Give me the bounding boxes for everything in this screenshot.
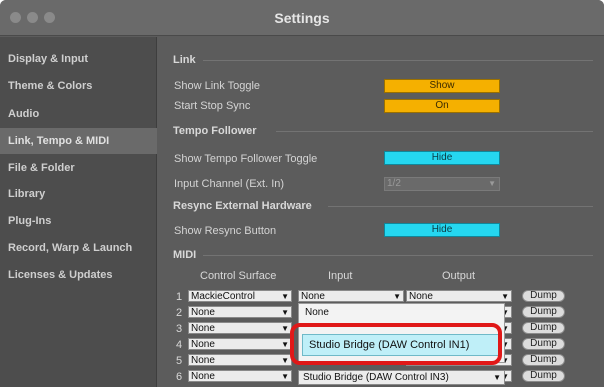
dropdown-value: None [191, 355, 215, 366]
show-tempo-follower-toggle-button[interactable]: Hide [384, 151, 500, 165]
dropdown-value: MackieControl [191, 291, 255, 302]
dropdown-value: None [191, 323, 215, 334]
column-header-input: Input [328, 270, 353, 282]
settings-sidebar: Display & Input Theme & Colors Audio Lin… [0, 37, 157, 387]
show-resync-button-label: Show Resync Button [174, 225, 277, 237]
dropdown-value: None [191, 371, 215, 382]
dump-button-3[interactable]: Dump [522, 322, 565, 334]
dropdown-value: None [301, 291, 325, 302]
midi-row-number: 3 [176, 323, 183, 335]
column-header-control-surface: Control Surface [200, 270, 277, 282]
dump-button-6[interactable]: Dump [522, 370, 565, 382]
sidebar-item-file-folder[interactable]: File & Folder [0, 156, 157, 180]
sidebar-item-label: Link, Tempo & MIDI [8, 135, 110, 147]
title-bar: Settings [0, 0, 604, 36]
sidebar-item-audio[interactable]: Audio [0, 102, 157, 126]
section-divider [203, 255, 593, 256]
sidebar-item-label: Library [8, 188, 46, 200]
show-link-toggle-button[interactable]: Show [384, 79, 500, 93]
section-divider [276, 131, 593, 132]
section-header-link: Link [173, 54, 196, 66]
chevron-down-icon: ▼ [281, 292, 289, 301]
chevron-down-icon: ▼ [393, 292, 401, 301]
dropdown-value: None [409, 291, 433, 302]
input-dropdown-6[interactable]: Studio Bridge (DAW Control IN3) ▼ [298, 370, 505, 385]
sidebar-item-label: Record, Warp & Launch [8, 242, 133, 254]
chevron-down-icon: ▼ [281, 324, 289, 333]
section-header-midi: MIDI [173, 249, 197, 261]
red-highlight-annotation [290, 323, 502, 365]
dropdown-value: Studio Bridge (DAW Control IN3) [303, 372, 449, 383]
sidebar-item-link-tempo-midi[interactable]: Link, Tempo & MIDI [0, 128, 157, 154]
section-header-resync: Resync External Hardware [173, 200, 312, 212]
input-channel-value: 1/2 [387, 178, 401, 189]
control-surface-dropdown-2[interactable]: None ▼ [188, 306, 292, 318]
control-surface-dropdown-4[interactable]: None ▼ [188, 338, 292, 350]
control-surface-dropdown-1[interactable]: MackieControl ▼ [188, 290, 292, 302]
dropdown-value: None [191, 339, 215, 350]
show-link-toggle-label: Show Link Toggle [174, 80, 261, 92]
chevron-down-icon: ▼ [493, 373, 501, 382]
sidebar-item-licenses-updates[interactable]: Licenses & Updates [0, 263, 157, 287]
input-dropdown-1[interactable]: None ▼ [298, 290, 404, 302]
sidebar-item-library[interactable]: Library [0, 182, 157, 206]
midi-row-number: 1 [176, 291, 183, 303]
input-channel-label: Input Channel (Ext. In) [174, 178, 285, 190]
chevron-down-icon: ▼ [281, 340, 289, 349]
sidebar-item-label: Theme & Colors [8, 80, 93, 92]
section-divider [203, 60, 593, 61]
start-stop-sync-button[interactable]: On [384, 99, 500, 113]
midi-row-number: 4 [176, 339, 183, 351]
midi-row-number: 5 [176, 355, 183, 367]
dump-button-1[interactable]: Dump [522, 290, 565, 302]
input-channel-dropdown: 1/2 ▼ [384, 177, 500, 191]
sidebar-item-label: Licenses & Updates [8, 269, 113, 281]
settings-window: Settings Display & Input Theme & Colors … [0, 0, 604, 387]
chevron-down-icon: ▼ [281, 372, 289, 381]
dump-button-5[interactable]: Dump [522, 354, 565, 366]
chevron-down-icon: ▼ [488, 179, 496, 188]
chevron-down-icon: ▼ [281, 356, 289, 365]
control-surface-dropdown-5[interactable]: None ▼ [188, 354, 292, 366]
midi-row-number: 6 [176, 371, 183, 383]
sidebar-item-record-warp-launch[interactable]: Record, Warp & Launch [0, 236, 157, 260]
sidebar-item-display-input[interactable]: Display & Input [0, 47, 157, 71]
output-dropdown-1[interactable]: None ▼ [406, 290, 512, 302]
control-surface-dropdown-6[interactable]: None ▼ [188, 370, 292, 382]
dropdown-value: None [191, 307, 215, 318]
sidebar-item-label: Audio [8, 108, 40, 120]
dump-button-4[interactable]: Dump [522, 338, 565, 350]
section-divider [328, 206, 593, 207]
section-header-tempo-follower: Tempo Follower [173, 125, 257, 137]
column-header-output: Output [442, 270, 476, 282]
menu-item-none[interactable]: None [299, 306, 519, 320]
dump-button-2[interactable]: Dump [522, 306, 565, 318]
show-resync-button-toggle[interactable]: Hide [384, 223, 500, 237]
sidebar-item-plug-ins[interactable]: Plug-Ins [0, 209, 157, 233]
window-title: Settings [274, 10, 330, 26]
sidebar-item-theme-colors[interactable]: Theme & Colors [0, 74, 157, 98]
chevron-down-icon: ▼ [501, 292, 509, 301]
start-stop-sync-label: Start Stop Sync [174, 100, 251, 112]
midi-row-number: 2 [176, 307, 183, 319]
sidebar-item-label: Display & Input [8, 53, 89, 65]
control-surface-dropdown-3[interactable]: None ▼ [188, 322, 292, 334]
sidebar-item-label: File & Folder [8, 162, 75, 174]
chevron-down-icon: ▼ [281, 308, 289, 317]
sidebar-item-label: Plug-Ins [8, 215, 52, 227]
show-tempo-follower-toggle-label: Show Tempo Follower Toggle [174, 153, 318, 165]
